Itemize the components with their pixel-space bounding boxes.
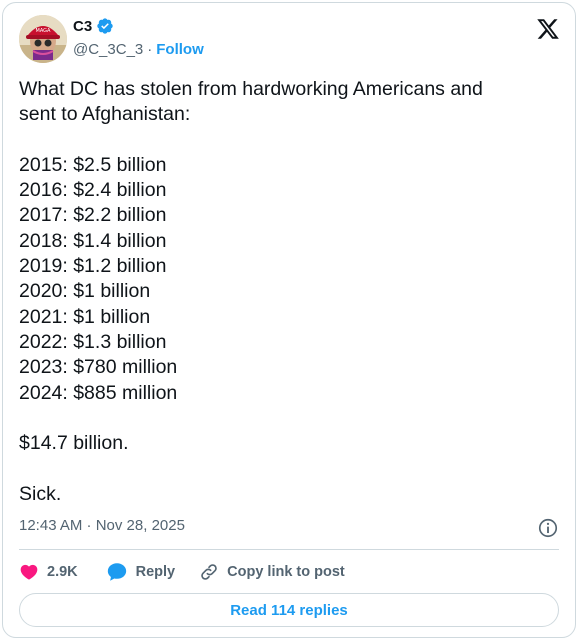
tweet-line: Sick. <box>19 482 62 505</box>
tweet-text: What DC has stolen from hardworking Amer… <box>19 77 559 507</box>
tweet-line: 2017: $2.2 billion <box>19 204 167 227</box>
tweet-line: $14.7 billion. <box>19 432 129 455</box>
tweet-line: 2024: $885 million <box>19 381 178 404</box>
tweet-line: 2023: $780 million <box>19 356 178 379</box>
tweet-line: 2016: $2.4 billion <box>19 179 167 202</box>
svg-text:MAGA: MAGA <box>36 28 52 34</box>
tweet-card: MAGA C3 @C_3C_3 · Follow What DC has sto… <box>2 2 576 638</box>
copy-link-button[interactable]: Copy link to post <box>199 562 345 582</box>
tweet-line: 2021: $1 billion <box>19 305 151 328</box>
action-bar: 2.9K Reply Copy link to post <box>19 561 345 583</box>
reply-button[interactable]: Reply <box>106 561 176 583</box>
like-count: 2.9K <box>47 564 78 580</box>
tweet-line: 2020: $1 billion <box>19 280 151 303</box>
timestamp[interactable]: 12:43 AM · Nov 28, 2025 <box>19 517 185 534</box>
avatar[interactable]: MAGA <box>19 15 67 63</box>
tweet-line: 2019: $1.2 billion <box>19 255 167 278</box>
tweet-line: 2015: $2.5 billion <box>19 153 167 176</box>
tweet-line: 2022: $1.3 billion <box>19 330 167 353</box>
author-name[interactable]: C3 <box>73 18 92 35</box>
x-logo-icon[interactable] <box>535 17 561 41</box>
link-icon <box>201 564 217 580</box>
verified-badge-icon <box>97 18 113 34</box>
tweet-line: What DC has stolen from hardworking Amer… <box>19 78 483 100</box>
tweet-line: 2018: $1.4 billion <box>19 229 167 252</box>
author-handle[interactable]: @C_3C_3 <box>73 41 143 58</box>
copy-link-label: Copy link to post <box>227 564 345 580</box>
divider <box>19 549 559 550</box>
info-icon[interactable] <box>537 517 559 539</box>
read-replies-button[interactable]: Read 114 replies <box>19 593 559 627</box>
follow-button[interactable]: Follow <box>156 41 204 58</box>
separator-dot: · <box>147 41 153 58</box>
heart-icon <box>20 564 38 580</box>
reply-label: Reply <box>135 564 176 580</box>
tweet-line: sent to Afghanistan: <box>19 103 191 126</box>
like-button[interactable]: 2.9K <box>19 562 78 582</box>
reply-bubble-icon <box>107 563 126 581</box>
